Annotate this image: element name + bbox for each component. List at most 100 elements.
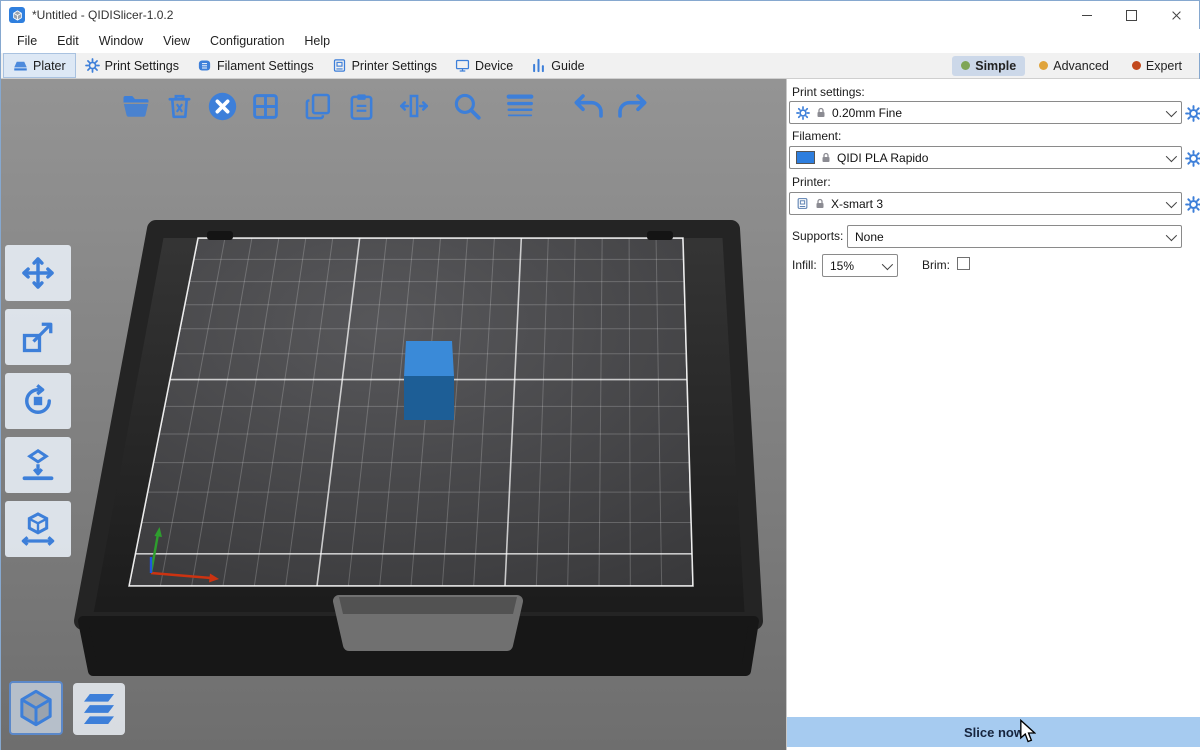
simple-mode-dot-icon [961, 61, 970, 70]
mode-switcher: Simple Advanced Expert [952, 56, 1191, 76]
redo-button[interactable] [615, 89, 649, 123]
undo-button[interactable] [572, 89, 606, 123]
close-button[interactable] [1154, 1, 1199, 29]
tab-filament-settings[interactable]: Filament Settings [188, 53, 323, 78]
gizmo-toolbar [5, 245, 71, 557]
paste-button[interactable] [344, 89, 378, 123]
viewport-toolbar [119, 86, 658, 126]
print-settings-gear-button[interactable] [1184, 104, 1200, 122]
mode-label: Expert [1146, 59, 1182, 73]
printer-icon [332, 58, 347, 73]
print-settings-value: 0.20mm Fine [832, 106, 902, 120]
tab-bar: Plater Print Settings Filament Settings … [1, 53, 1199, 79]
tab-label: Plater [33, 59, 66, 73]
filament-dropdown[interactable]: QIDI PLA Rapido [789, 146, 1182, 169]
redo-arrow-icon [616, 90, 648, 122]
filament-gear-button[interactable] [1184, 149, 1200, 167]
move-arrows-icon [20, 255, 56, 291]
layer-lines-icon [505, 91, 535, 121]
print-settings-dropdown[interactable]: 0.20mm Fine [789, 101, 1182, 124]
menu-bar: File Edit Window View Configuration Help [1, 29, 1200, 53]
mode-simple-button[interactable]: Simple [952, 56, 1025, 76]
menu-item-edit[interactable]: Edit [47, 29, 89, 53]
delete-all-button[interactable] [205, 89, 239, 123]
slice-now-button[interactable]: Slice now [787, 717, 1200, 747]
brim-label: Brim: [922, 258, 950, 272]
3d-cube-icon [16, 688, 56, 728]
menu-item-view[interactable]: View [153, 29, 200, 53]
scale-icon [20, 319, 56, 355]
scale-tool-button[interactable] [5, 309, 71, 365]
search-button[interactable] [450, 89, 484, 123]
menu-item-help[interactable]: Help [294, 29, 340, 53]
menu-item-window[interactable]: Window [89, 29, 153, 53]
chevron-down-icon [1166, 151, 1177, 162]
tab-print-settings[interactable]: Print Settings [76, 53, 188, 78]
variable-layer-height-button[interactable] [503, 89, 537, 123]
filament-color-swatch [796, 151, 815, 164]
circle-x-icon [207, 91, 238, 122]
app-window: *Untitled - QIDISlicer-1.0.2 File Edit W… [0, 0, 1200, 750]
tab-guide[interactable]: Guide [522, 53, 593, 78]
device-monitor-icon [455, 58, 470, 73]
copy-icon [304, 92, 333, 121]
model-cube[interactable] [404, 341, 454, 420]
chevron-down-icon [882, 259, 893, 270]
tab-plater[interactable]: Plater [3, 53, 76, 78]
mode-advanced-button[interactable]: Advanced [1030, 56, 1118, 76]
supports-dropdown[interactable]: None [847, 225, 1182, 248]
printer-dropdown[interactable]: X-smart 3 [789, 192, 1182, 215]
minimize-button[interactable] [1064, 1, 1109, 29]
3d-editor-view-button[interactable] [9, 681, 63, 735]
open-file-button[interactable] [119, 89, 153, 123]
print-bed [83, 229, 754, 671]
settings-panel: Print settings: 0.20mm Fine Filament: QI… [786, 79, 1200, 750]
maximize-icon [1126, 10, 1137, 21]
place-on-face-tool-button[interactable] [5, 437, 71, 493]
guide-bars-icon [531, 58, 546, 73]
printer-gear-button[interactable] [1184, 195, 1200, 213]
rotate-icon [20, 383, 56, 419]
tab-label: Guide [551, 59, 584, 73]
filament-spool-icon [197, 58, 212, 73]
delete-button[interactable] [162, 89, 196, 123]
arrange-button[interactable] [248, 89, 282, 123]
chevron-down-icon [1166, 230, 1177, 241]
gear-icon [1185, 196, 1200, 213]
print-settings-label: Print settings: [792, 85, 865, 99]
size-cube-icon [20, 511, 56, 547]
brim-checkbox[interactable] [957, 257, 970, 270]
3d-viewport[interactable] [1, 79, 786, 750]
view-switcher [9, 681, 125, 735]
app-logo-icon [9, 7, 25, 23]
maximize-button[interactable] [1109, 1, 1154, 29]
menu-item-file[interactable]: File [7, 29, 47, 53]
menu-item-configuration[interactable]: Configuration [200, 29, 294, 53]
split-objects-button[interactable] [397, 89, 431, 123]
rotate-tool-button[interactable] [5, 373, 71, 429]
tab-printer-settings[interactable]: Printer Settings [323, 53, 446, 78]
filament-label: Filament: [792, 129, 841, 143]
chevron-down-icon [1166, 106, 1177, 117]
filament-value: QIDI PLA Rapido [837, 151, 928, 165]
infill-dropdown[interactable]: 15% [822, 254, 898, 277]
lock-icon [815, 107, 827, 119]
close-icon [1171, 10, 1182, 21]
printer-label: Printer: [792, 175, 831, 189]
3d-scene-canvas[interactable] [1, 79, 786, 750]
gear-icon [1185, 150, 1200, 167]
move-tool-button[interactable] [5, 245, 71, 301]
plater-bed-icon [13, 58, 28, 73]
main-area: Print settings: 0.20mm Fine Filament: QI… [1, 79, 1199, 750]
preview-layers-view-button[interactable] [73, 683, 125, 735]
tab-device[interactable]: Device [446, 53, 522, 78]
split-arrows-icon [399, 91, 429, 121]
copy-button[interactable] [301, 89, 335, 123]
infill-value: 15% [830, 259, 854, 273]
mode-expert-button[interactable]: Expert [1123, 56, 1191, 76]
size-tool-button[interactable] [5, 501, 71, 557]
window-title: *Untitled - QIDISlicer-1.0.2 [32, 8, 173, 22]
undo-arrow-icon [573, 90, 605, 122]
bed-clip [207, 231, 233, 240]
lock-icon [814, 198, 826, 210]
